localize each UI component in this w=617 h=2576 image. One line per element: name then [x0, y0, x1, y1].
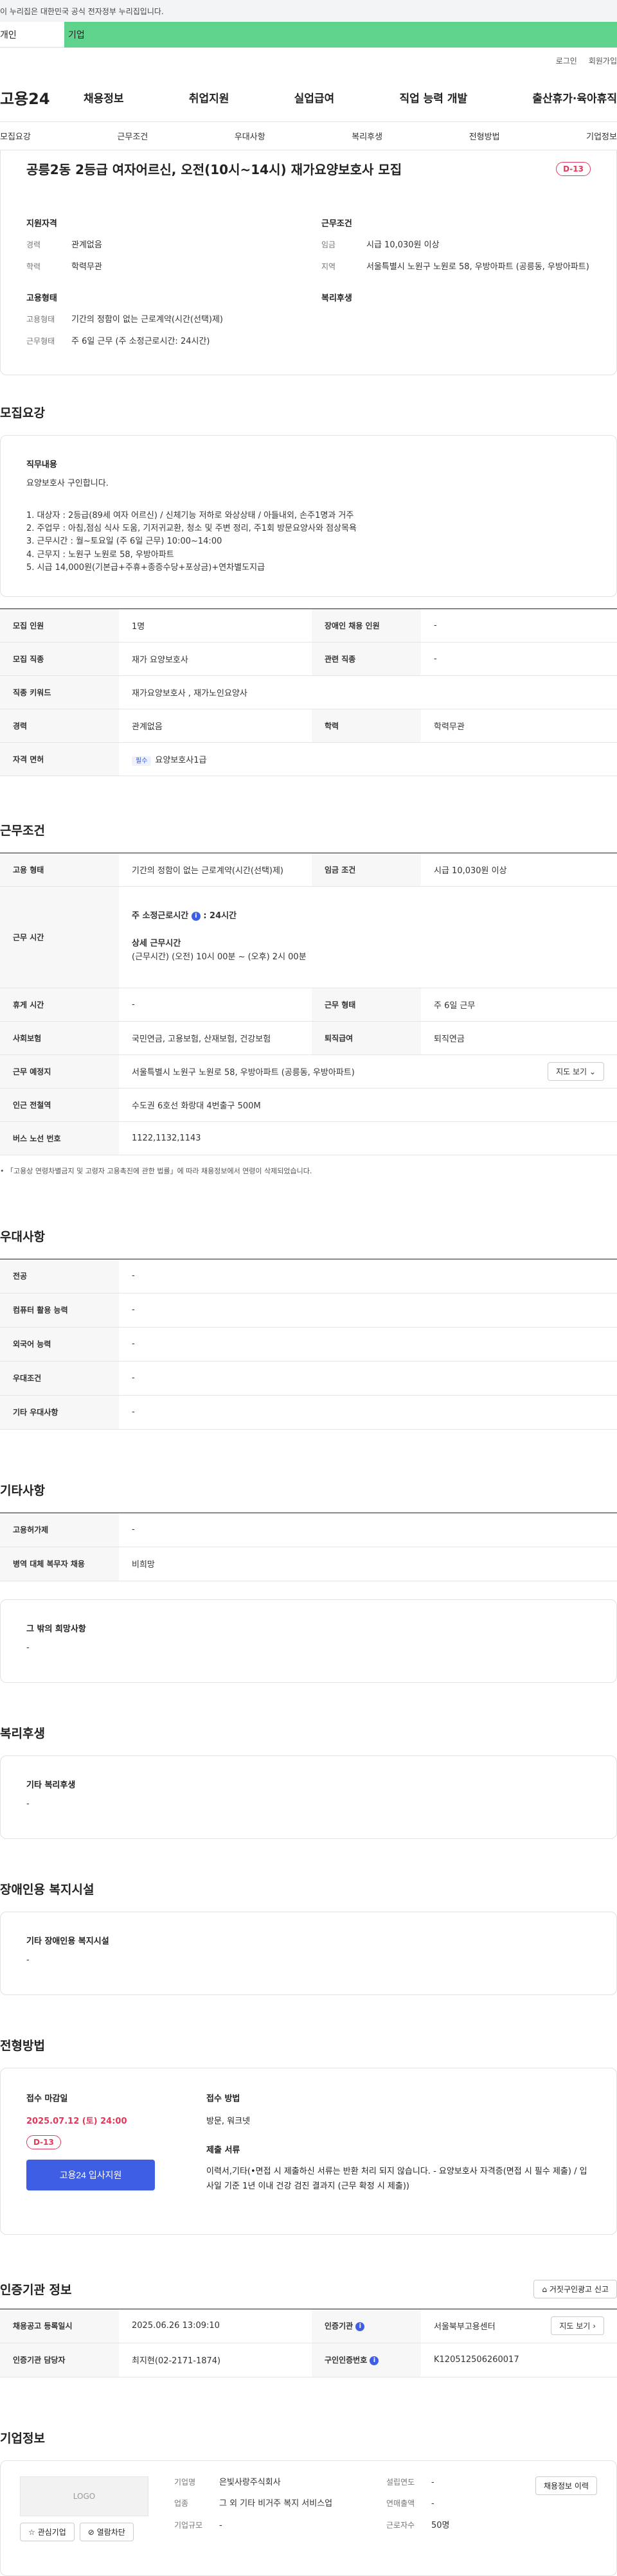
report-icon: ⌂ — [542, 2284, 548, 2294]
table-row: 경력 관계없음 학력 학력무관 — [0, 709, 617, 743]
cert-section-title: 인증기관 정보 — [0, 2282, 72, 2297]
map-button[interactable]: 지도 보기 ⌄ — [548, 1061, 604, 1081]
work-section-title: 근무조건 — [0, 823, 45, 838]
table-row: 채용공고 등록일시 2025.06.26 13:09:10 인증기관 i 서울북… — [0, 2309, 617, 2343]
table-row: 고용 형태 기간의 정함이 없는 근로계약(시간(선택)제) 임금 조건 시급 … — [0, 853, 617, 887]
chevron-down-icon: ⌄ — [589, 1067, 596, 1076]
list-item: 3. 근무시간 : 월~토요일 (주 6일 근무) 10:00~14:00 — [26, 537, 222, 547]
work-table: 고용 형태 기간의 정함이 없는 근로계약(시간(선택)제) 임금 조건 시급 … — [0, 852, 617, 1155]
table-row: 모집 인원 1명 장애인 채용 인원 - — [0, 608, 617, 643]
list-item: 2. 주업무 : 아침,점심 식사 도움, 기저귀교환, 청소 및 주변 정리,… — [26, 524, 357, 534]
report-button[interactable]: ⌂ 거짓구인광고 신고 — [533, 2279, 617, 2298]
block-icon: ⊘ — [87, 2527, 94, 2537]
subnav-work[interactable]: 근무조건 — [117, 130, 148, 142]
subnav-pref[interactable]: 우대사항 — [235, 130, 265, 142]
table-row: 기타 우대사항 - — [0, 1395, 617, 1430]
gnb-item-training[interactable]: 직업 능력 개발 — [399, 89, 467, 105]
other-wish-box: 그 밖의 희망사항 - — [0, 1599, 617, 1683]
required-tag: 필수 — [132, 756, 152, 766]
summary-benefit: 복리후생 — [321, 294, 352, 303]
table-row: 버스 노선 번호 1122,1132,1143 — [0, 1121, 617, 1155]
chevron-right-icon: › — [593, 2322, 596, 2331]
tab-personal[interactable]: 개인 — [0, 22, 64, 48]
etc-table: 고용허가제 - 병역 대체 복무자 채용 비희망 — [0, 1512, 617, 1581]
site-logo[interactable]: 고용24 — [0, 86, 84, 109]
login-link[interactable]: 로그인 — [556, 55, 577, 66]
apply-button[interactable]: 고용24 입사지원 — [26, 2159, 155, 2190]
welfare-section-title: 복리후생 — [0, 1726, 45, 1741]
list-item: 5. 시급 14,000원(기본급+주휴+종증수당+포상금)+연차별도지급 — [26, 562, 265, 573]
gnb-item-unemployment[interactable]: 실업급여 — [294, 89, 335, 105]
table-row: 고용허가제 - — [0, 1513, 617, 1547]
cert-table: 채용공고 등록일시 2025.06.26 13:09:10 인증기관 i 서울북… — [0, 2308, 617, 2377]
table-row: 근무 예정지 서울특별시 노원구 노원로 58, 우방아파트 (공릉동, 우방아… — [0, 1054, 617, 1088]
summary-qualification: 지원자격 경력 관계없음 학력 학력무관 — [26, 219, 102, 272]
company-logo: LOGO — [20, 2476, 148, 2516]
disabled-section-title: 장애인용 복지시설 — [0, 1882, 94, 1897]
apply-box: 접수 마감일 2025.07.12 (토) 24:00 D-13 고용24 입사… — [0, 2067, 617, 2235]
list-item: 4. 근무지 : 노원구 노원로 58, 우방아파트 — [26, 549, 174, 560]
job-detail-list: 1. 대상자 : 2등급(89세 여자 어르신) / 신체기능 저하로 와상상태… — [26, 510, 591, 574]
account-tabs: 개인 기업 — [0, 22, 617, 48]
tab-company[interactable]: 기업 — [64, 22, 617, 48]
summary-work: 근무조건 임금 시급 10,030원 이상 지역 서울특별시 노원구 노원로 58,… — [321, 219, 589, 272]
table-row: 인증기관 담당자 최지현(02-2171-1874) 구인인증번호 i K120… — [0, 2343, 617, 2377]
apply-section-title: 전형방법 — [0, 2038, 45, 2053]
dday-badge: D-13 — [26, 2135, 61, 2149]
welfare-box: 기타 복리후생 - — [0, 1755, 617, 1839]
pref-table: 전공 - 컴퓨터 활용 능력 - 외국어 능력 - 우대조건 - 기타 우대사항 - — [0, 1258, 617, 1430]
table-row: 외국어 능력 - — [0, 1327, 617, 1362]
job-title: 공릉2동 2등급 여자어르신, 오전(10시~14시) 재가요양보호사 모집 — [26, 162, 402, 177]
gov-notice-text: 이 누리집은 대한민국 공식 전자정부 누리집입니다. — [0, 6, 164, 16]
company-section-title: 기업정보 — [0, 2431, 45, 2446]
util-links: 로그인 회원가입 — [0, 48, 617, 73]
summary-employment: 고용형태 고용형태 기간의 정함이 없는 근로계약(시간(선택)제) 근무형태 주 … — [26, 294, 224, 346]
global-nav: 고용24 채용정보 취업지원 실업급여 직업 능력 개발 출산휴가·육아휴직 — [0, 73, 617, 122]
subnav-recruit[interactable]: 모집요강 — [0, 130, 31, 142]
table-row: 병역 대체 복무자 채용 비희망 — [0, 1547, 617, 1581]
table-row: 사회보험 국민연금, 고용보험, 산재보험, 건강보험 퇴직급여 퇴직연금 — [0, 1021, 617, 1055]
gnb-item-leave[interactable]: 출산휴가·육아휴직 — [532, 89, 617, 105]
table-row: 휴게 시간 - 근무 형태 주 6일 근무 — [0, 988, 617, 1022]
map-button[interactable]: 지도 보기 › — [551, 2316, 604, 2336]
table-row: 컴퓨터 활용 능력 - — [0, 1293, 617, 1328]
deadline-date: 2025.07.12 (토) 24:00 — [26, 2116, 127, 2126]
job-description-box: 직무내용 요양보호사 구인합니다. 1. 대상자 : 2등급(89세 여자 어르… — [0, 435, 617, 597]
age-note: • 「고용상 연령차별금지 및 고령자 고용촉진에 관한 법률」에 따라 채용정… — [0, 1166, 312, 1175]
info-icon[interactable]: i — [355, 2322, 365, 2331]
subnav-apply[interactable]: 전형방법 — [469, 130, 500, 142]
section-nav: 모집요강 근무조건 우대사항 복리후생 전형방법 기업정보 — [0, 122, 617, 150]
disabled-box: 기타 장애인용 복지시설 - — [0, 1911, 617, 1995]
table-row: 모집 직종 재가 요양보호사 관련 직종 - — [0, 642, 617, 676]
company-card: LOGO ☆ 관심기업 ⊘ 열람차단 기업명 은빛사랑주식회사 업종 그 외 기타 … — [0, 2460, 617, 2576]
list-item: 1. 대상자 : 2등급(89세 여자 어르신) / 신체기능 저하로 와상상태… — [26, 511, 354, 521]
subnav-company[interactable]: 기업정보 — [586, 130, 617, 142]
block-view-button[interactable]: ⊘ 열람차단 — [79, 2522, 134, 2541]
recruit-section-title: 모집요강 — [0, 406, 45, 420]
job-history-button[interactable]: 채용정보 이력 — [535, 2476, 597, 2495]
subnav-welfare[interactable]: 복리후생 — [352, 130, 382, 142]
gov-notice-bar: 이 누리집은 대한민국 공식 전자정부 누리집입니다. — [0, 0, 617, 22]
table-row: 근무 시간 주 소정근로시간 i : 24시간 상세 근무시간 (근무시간) (… — [0, 886, 617, 988]
table-row: 우대조건 - — [0, 1361, 617, 1396]
gnb-item-support[interactable]: 취업지원 — [189, 89, 229, 105]
table-row: 전공 - — [0, 1259, 617, 1293]
table-row: 인근 전철역 수도권 6호선 화랑대 4번출구 500M — [0, 1088, 617, 1122]
info-icon[interactable]: i — [370, 2356, 379, 2365]
star-icon: ☆ — [28, 2527, 35, 2537]
table-row: 직종 키워드 재가요양보호사 , 재가노인요양사 — [0, 675, 617, 709]
recruit-table: 모집 인원 1명 장애인 채용 인원 - 모집 직종 재가 요양보호사 관련 직… — [0, 608, 617, 776]
etc-section-title: 기타사항 — [0, 1483, 45, 1498]
table-row: 자격 면허 필수 요양보호사1급 — [0, 742, 617, 776]
pref-section-title: 우대사항 — [0, 1229, 45, 1244]
gnb-item-jobs[interactable]: 채용정보 — [84, 89, 124, 105]
job-summary-card: 공릉2동 2등급 여자어르신, 오전(10시~14시) 재가요양보호사 모집 D… — [0, 150, 617, 375]
join-link[interactable]: 회원가입 — [589, 55, 617, 66]
favorite-company-button[interactable]: ☆ 관심기업 — [20, 2522, 75, 2541]
info-icon[interactable]: i — [191, 911, 201, 921]
dday-badge: D-13 — [556, 161, 591, 176]
